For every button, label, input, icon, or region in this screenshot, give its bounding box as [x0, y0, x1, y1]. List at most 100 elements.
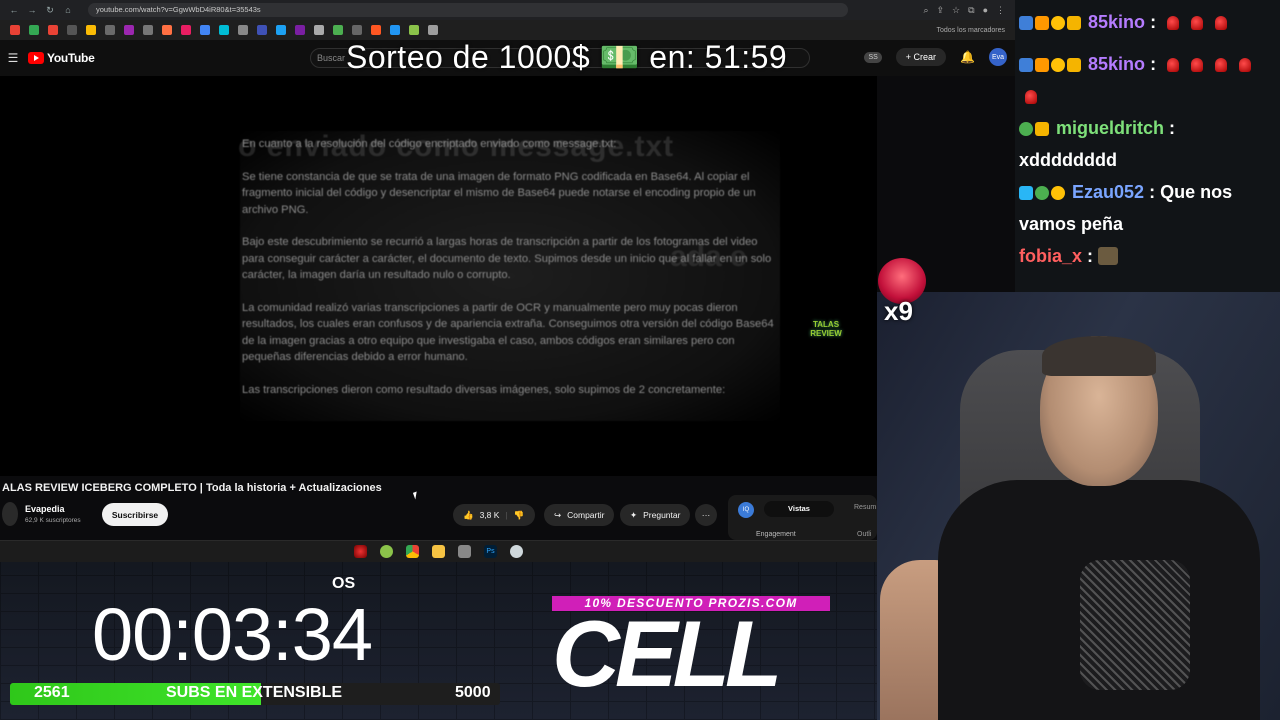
doc-ghost-text-2: ada e: [670, 240, 747, 273]
dislike-icon[interactable]: 👎: [514, 510, 525, 521]
mouse-cursor-icon: [412, 491, 420, 500]
bookmark-icon[interactable]: [371, 25, 381, 35]
badge-icon: [1019, 186, 1033, 200]
bookmark-icon[interactable]: [295, 25, 305, 35]
bookmark-icon[interactable]: [238, 25, 248, 35]
bookmark-icon[interactable]: [428, 25, 438, 35]
bookmark-icon[interactable]: [124, 25, 134, 35]
app-icon[interactable]: [510, 545, 523, 558]
bookmark-icon[interactable]: [105, 25, 115, 35]
chat-message: migueldritch : xdddddddd: [1019, 112, 1276, 176]
doc-ghost-text: o enviado como message.txt: [238, 130, 675, 163]
share-button[interactable]: ↪ Compartir: [544, 504, 614, 526]
bookmark-icon[interactable]: [390, 25, 400, 35]
like-count[interactable]: 3,8 K: [480, 510, 500, 520]
bell-icon[interactable]: 🔔: [960, 50, 975, 64]
siren-emote-icon: [1025, 90, 1037, 104]
all-bookmarks-folder[interactable]: Todos los marcadores: [937, 27, 1015, 34]
app-icon[interactable]: [380, 545, 393, 558]
obs-icon[interactable]: [354, 545, 367, 558]
bookmark-icon[interactable]: [86, 25, 96, 35]
timer-caption: OS: [332, 575, 356, 592]
bookmark-icon[interactable]: [276, 25, 286, 35]
outline-label: Outli: [857, 531, 872, 538]
siren-emote-icon: [1191, 58, 1204, 72]
bookmark-icon[interactable]: [48, 25, 58, 35]
chat-username[interactable]: migueldritch: [1056, 118, 1164, 138]
bookmark-star-icon[interactable]: ☆: [952, 5, 960, 16]
chat-message: 85kino :: [1019, 6, 1276, 38]
bookmarks-bar: Todos los marcadores: [0, 20, 1015, 40]
tab-resumen[interactable]: Resum: [854, 504, 876, 511]
bookmark-icon[interactable]: [333, 25, 343, 35]
zoom-icon[interactable]: ⌕: [923, 5, 928, 16]
tab-vistas[interactable]: Vistas: [764, 501, 834, 517]
share-label: Compartir: [567, 510, 605, 520]
more-actions-button[interactable]: ···: [695, 504, 717, 526]
channel-name[interactable]: Evapedia: [25, 504, 65, 514]
bookmark-icon[interactable]: [181, 25, 191, 35]
like-icon[interactable]: 👍: [463, 510, 474, 521]
channel-watermark: TALAS REVIEW: [810, 320, 842, 338]
bookmark-icon[interactable]: [10, 25, 20, 35]
chat-text: :: [1150, 54, 1157, 74]
bookmark-icon[interactable]: [352, 25, 362, 35]
create-button[interactable]: + Crear: [895, 48, 947, 66]
chat-username[interactable]: 85kino: [1088, 12, 1145, 32]
panel-logo-icon: IQ: [738, 502, 754, 518]
bookmark-icon[interactable]: [219, 25, 229, 35]
youtube-wordmark: YouTube: [47, 51, 95, 65]
share-page-icon[interactable]: ⇪: [937, 5, 945, 16]
donation-multiplier: x9: [884, 296, 913, 326]
channel-avatar[interactable]: [2, 502, 18, 526]
home-icon[interactable]: ⌂: [62, 4, 74, 16]
app-icon[interactable]: [458, 545, 471, 558]
profile-icon[interactable]: ●: [983, 5, 988, 16]
bookmark-icon[interactable]: [67, 25, 77, 35]
badge-icon: [1051, 186, 1065, 200]
reload-icon[interactable]: ↻: [44, 4, 56, 16]
siren-emote-icon: [1167, 58, 1180, 72]
doc-paragraph: Las transcripciones dieron como resultad…: [242, 383, 726, 396]
bookmark-icon[interactable]: [200, 25, 210, 35]
like-dislike-group: 👍 3,8 K | 👎: [453, 504, 535, 526]
bookmark-icon[interactable]: [143, 25, 153, 35]
chat-username[interactable]: fobia_x: [1019, 246, 1082, 266]
ask-button[interactable]: ✦ Preguntar: [620, 504, 690, 526]
bookmark-icon[interactable]: [29, 25, 39, 35]
bookmark-icon[interactable]: [162, 25, 172, 35]
youtube-logo[interactable]: YouTube: [28, 51, 95, 65]
chrome-icon[interactable]: [406, 545, 419, 558]
browser-address-bar: ← → ↻ ⌂ youtube.com/watch?v=GgwWbD4iR80&…: [0, 0, 1015, 20]
giveaway-countdown: Sorteo de 1000$ 💵 en: 51:59: [346, 39, 788, 75]
bookmark-icon[interactable]: [257, 25, 267, 35]
share-icon: ↪: [554, 509, 562, 520]
url-field[interactable]: youtube.com/watch?v=GgwWbD4iR80&t=35543s: [88, 3, 848, 17]
extensions-icon[interactable]: ⧉: [968, 5, 974, 16]
badge-icon: [1019, 58, 1033, 72]
ss-badge: SS: [864, 51, 882, 63]
crown-icon: [1067, 58, 1081, 72]
forward-icon[interactable]: →: [26, 4, 38, 16]
bookmark-icon[interactable]: [314, 25, 324, 35]
back-icon[interactable]: ←: [8, 4, 20, 16]
subscribe-button[interactable]: Suscribirse: [102, 503, 168, 526]
folder-icon[interactable]: [432, 545, 445, 558]
chat-message: Ezau052 : Que nos vamos peña: [1019, 176, 1276, 240]
menu-icon[interactable]: ⋮: [996, 5, 1005, 16]
video-frame-document: o enviado como message.txt ada e En cuan…: [238, 130, 780, 421]
streamer-hair: [1042, 336, 1156, 376]
bookmark-icon[interactable]: [409, 25, 419, 35]
chat-username[interactable]: 85kino: [1088, 54, 1145, 74]
siren-emote-icon: [1239, 58, 1252, 72]
ask-label: Preguntar: [643, 510, 681, 520]
siren-emote-icon: [1215, 16, 1228, 30]
photoshop-icon[interactable]: Ps: [484, 545, 497, 558]
hamburger-menu-icon[interactable]: ☰: [2, 51, 24, 65]
avatar[interactable]: Eva: [989, 48, 1007, 66]
video-player[interactable]: o enviado como message.txt ada e En cuan…: [0, 76, 877, 476]
divider: |: [505, 510, 508, 520]
chat-username[interactable]: Ezau052: [1072, 182, 1144, 202]
analytics-side-panel: IQ Vistas Resum Engagement Outli: [728, 495, 877, 540]
chat-message: fobia_x :: [1019, 240, 1276, 272]
